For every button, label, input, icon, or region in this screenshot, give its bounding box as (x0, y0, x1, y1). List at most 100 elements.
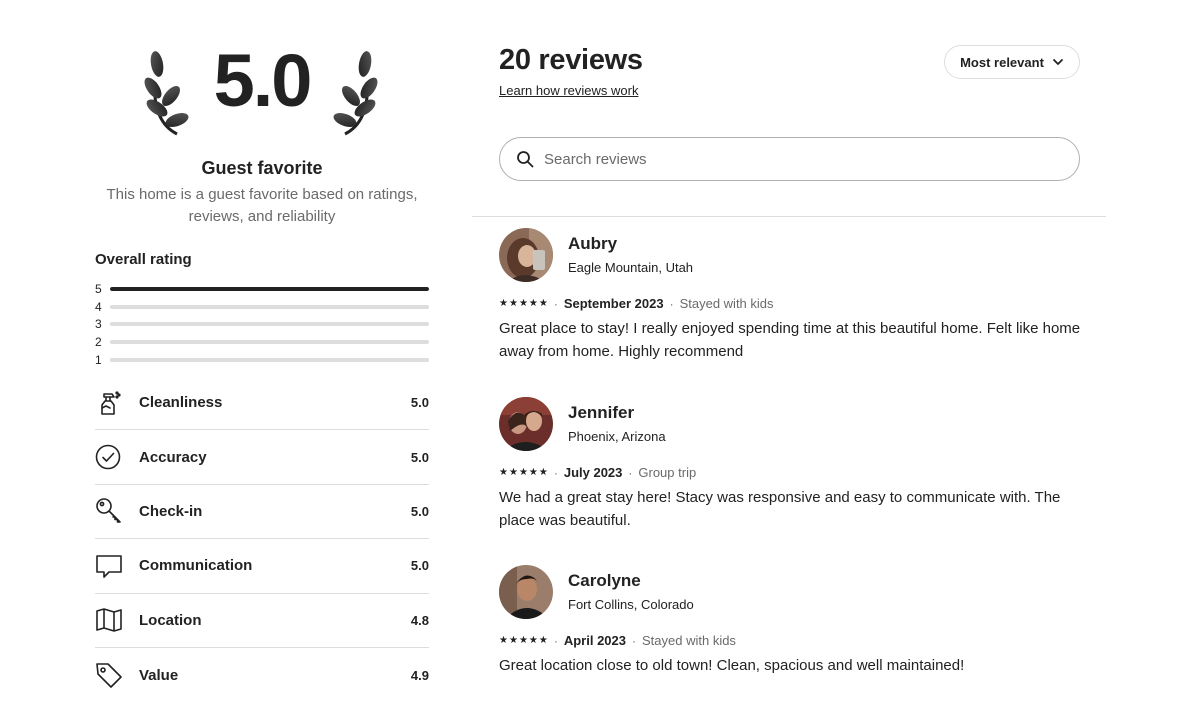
distribution-row: 4 (95, 298, 429, 316)
avatar[interactable] (499, 397, 553, 451)
category-label: Value (139, 666, 179, 684)
distribution-track (110, 286, 429, 291)
guest-favorite-subtitle: This home is a guest favorite based on r… (106, 186, 418, 225)
category-ratings: Cleanliness 5.0 Accuracy 5.0 Check-in 5.… (95, 376, 429, 702)
category-label: Location (139, 611, 202, 629)
avatar[interactable] (499, 228, 553, 282)
category-value: 4.8 (410, 612, 429, 628)
search-reviews-input[interactable] (544, 150, 1044, 168)
search-reviews-field[interactable] (499, 137, 1080, 181)
chevron-down-icon (1053, 59, 1063, 65)
separator-dot: · (553, 465, 558, 480)
review-meta: ★ ★ ★ ★ ★ · September 2023 · Stayed with kid… (499, 296, 774, 311)
category-label: Communication (139, 557, 253, 575)
review-meta: ★ ★ ★ ★ ★ · April 2023 · Stayed with kids (499, 633, 736, 648)
category-value: 5.0 (410, 395, 429, 411)
category-value: 4.9 (410, 667, 429, 683)
reviewer-location: Phoenix, Arizona (568, 429, 666, 444)
guest-favorite-title: Guest favorite (201, 158, 323, 178)
distribution-star-label: 4 (95, 299, 102, 314)
search-icon (517, 151, 534, 168)
star-rating: ★ ★ ★ ★ ★ (499, 635, 548, 647)
review-text: Great location close to old town! Clean,… (499, 657, 965, 674)
category-label: Accuracy (139, 448, 207, 466)
separator-dot: · (669, 296, 674, 311)
star-icon: ★ (508, 466, 518, 478)
separator-dot: · (553, 633, 558, 648)
star-icon: ★ (538, 297, 548, 309)
rating-summary-panel: 5.0 Guest favorite This home is a guest … (95, 0, 429, 720)
review-text: We had a great stay here! Stacy was resp… (499, 489, 1061, 529)
reviewer-location: Fort Collins, Colorado (568, 597, 694, 612)
distribution-row: 2 (95, 333, 429, 351)
reviewer-name: Aubry (568, 234, 618, 253)
laurel-right-icon (333, 51, 378, 136)
category-row-location: Location 4.8 (95, 594, 429, 648)
distribution-fill (110, 286, 429, 291)
category-value: 5.0 (410, 503, 429, 519)
star-icon: ★ (518, 634, 528, 646)
section-divider (472, 216, 1106, 217)
distribution-row: 5 (95, 280, 429, 298)
avatar[interactable] (499, 565, 553, 619)
category-row-check-in: Check-in 5.0 (95, 485, 429, 540)
star-rating: ★ ★ ★ ★ ★ (499, 467, 548, 479)
star-icon: ★ (499, 634, 508, 646)
reviewer-name: Jennifer (568, 403, 635, 422)
separator-dot: · (628, 465, 633, 480)
star-icon: ★ (528, 634, 538, 646)
category-value: 5.0 (410, 558, 429, 574)
distribution-row: 1 (95, 351, 429, 369)
category-label: Cleanliness (139, 394, 223, 412)
review-date: July 2023 (563, 465, 623, 480)
review-date: September 2023 (563, 296, 664, 311)
check-circle-icon (95, 443, 139, 471)
separator-dot: · (553, 296, 558, 311)
distribution-star-label: 3 (95, 317, 102, 332)
tag-icon (95, 661, 139, 689)
trip-type: Stayed with kids (679, 296, 774, 311)
trip-type: Stayed with kids (642, 633, 736, 648)
distribution-track (110, 340, 429, 345)
review-meta: ★ ★ ★ ★ ★ · July 2023 · Group trip (499, 465, 696, 480)
star-rating: ★ ★ ★ ★ ★ (499, 298, 548, 310)
category-row-value: Value 4.9 (95, 648, 429, 702)
separator-dot: · (632, 633, 636, 648)
distribution-row: 3 (95, 316, 429, 334)
category-row-cleanliness: Cleanliness 5.0 (95, 376, 429, 431)
star-icon: ★ (499, 297, 508, 309)
star-icon: ★ (518, 466, 528, 478)
sort-dropdown-button[interactable]: Most relevant (944, 45, 1080, 79)
star-icon: ★ (499, 466, 508, 478)
star-icon: ★ (518, 297, 528, 309)
star-icon: ★ (538, 634, 548, 646)
category-row-communication: Communication 5.0 (95, 539, 429, 594)
distribution-track (110, 304, 429, 309)
key-icon (95, 497, 139, 525)
chat-bubble-icon (95, 552, 139, 580)
reviewer-name: Carolyne (568, 571, 641, 590)
review-date: April 2023 (563, 633, 626, 648)
learn-how-reviews-work-link[interactable]: Learn how reviews work (499, 83, 638, 98)
guest-favorite-badge: 5.0 (95, 36, 429, 136)
distribution-star-label: 1 (95, 353, 102, 368)
reviews-count-title: 20 reviews (499, 44, 643, 76)
star-icon: ★ (528, 466, 538, 478)
distribution-star-label: 5 (95, 281, 102, 296)
review-text: Great place to stay! I really enjoyed sp… (499, 320, 1081, 360)
category-row-accuracy: Accuracy 5.0 (95, 430, 429, 485)
star-icon: ★ (528, 297, 538, 309)
category-value: 5.0 (410, 449, 429, 465)
distribution-track (110, 322, 429, 327)
reviewer-location: Eagle Mountain, Utah (568, 260, 694, 275)
distribution-track (110, 358, 429, 363)
trip-type: Group trip (638, 465, 697, 480)
map-icon (95, 606, 139, 634)
star-icon: ★ (508, 634, 518, 646)
overall-rating-title: Overall rating (95, 251, 192, 268)
star-icon: ★ (508, 297, 518, 309)
category-label: Check-in (139, 502, 203, 520)
star-icon: ★ (538, 466, 548, 478)
spray-bottle-icon (95, 389, 139, 417)
rating-distribution: 5 4 3 2 1 (95, 280, 429, 369)
